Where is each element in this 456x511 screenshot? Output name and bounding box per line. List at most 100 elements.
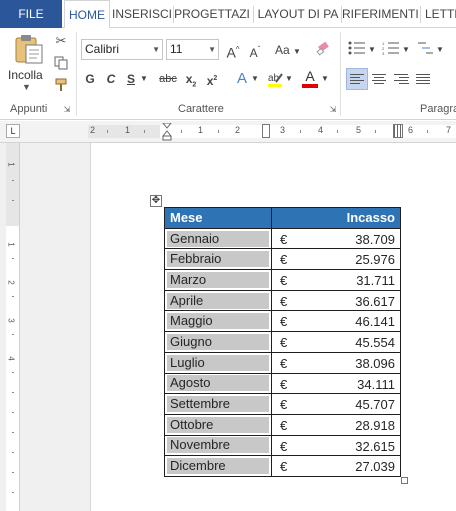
amount-cell[interactable]: €45.707	[271, 393, 401, 415]
ruler-mark: 4	[318, 125, 324, 135]
chevron-down-icon[interactable]: ▼	[436, 40, 444, 60]
tab-progettazione[interactable]: PROGETTAZI	[174, 0, 250, 28]
header-mese[interactable]: Mese	[164, 207, 272, 229]
amount-cell[interactable]: €36.617	[271, 289, 401, 312]
clear-formatting-icon[interactable]	[315, 40, 333, 58]
amount-cell[interactable]: €45.554	[271, 331, 401, 353]
dialog-launcher-icon[interactable]: ⇲	[328, 104, 338, 114]
font-family-select[interactable]: Calibri ▼	[81, 39, 163, 60]
currency-symbol: €	[280, 417, 288, 433]
change-case-button[interactable]: Aa ▼	[273, 40, 303, 60]
table-resize-handle-icon[interactable]	[401, 477, 408, 484]
month-cell[interactable]: Gennaio	[164, 227, 272, 250]
indent-marker-icon[interactable]	[161, 122, 173, 141]
multilevel-list-icon[interactable]	[414, 39, 436, 57]
chevron-down-icon[interactable]: ▼	[368, 40, 376, 60]
month-label: Aprile	[167, 292, 269, 309]
bold-button[interactable]: G	[83, 69, 97, 89]
month-cell[interactable]: Marzo	[164, 269, 272, 291]
tab-riferimenti[interactable]: RIFERIMENTI	[342, 0, 419, 28]
font-color-button[interactable]: A	[302, 66, 318, 88]
month-cell[interactable]: Maggio	[164, 310, 272, 333]
bullets-icon[interactable]	[346, 39, 368, 57]
ruler-mark: 2	[235, 125, 241, 135]
copy-icon[interactable]	[52, 54, 70, 72]
vertical-ruler-text-area	[6, 226, 20, 511]
amount-cell[interactable]: €31.711	[271, 269, 401, 291]
align-center-button[interactable]	[368, 68, 390, 90]
chevron-down-icon[interactable]: ▼	[251, 69, 259, 89]
paste-button-label[interactable]: Incolla	[8, 68, 43, 82]
chevron-down-icon[interactable]: ▼	[321, 69, 329, 89]
numbering-icon[interactable]: 123	[380, 39, 402, 57]
month-cell[interactable]: Agosto	[164, 372, 272, 395]
column-marker-icon[interactable]	[262, 124, 270, 138]
tab-lettere[interactable]: LETTE	[421, 0, 456, 28]
horizontal-ruler[interactable]: L 2 1 1 2 3 4 5 6 7	[0, 121, 456, 143]
subscript-button[interactable]: x2	[184, 69, 198, 89]
shrink-font-button[interactable]: Aˇ	[246, 40, 264, 60]
currency-symbol: €	[280, 314, 288, 330]
ruler-mark: 1	[198, 125, 204, 135]
currency-symbol: €	[280, 252, 288, 268]
amount-cell[interactable]: €32.615	[271, 434, 401, 457]
month-label: Novembre	[167, 437, 269, 454]
amount-cell[interactable]: €38.709	[271, 227, 401, 250]
tab-home[interactable]: HOME	[64, 0, 110, 29]
header-incasso[interactable]: Incasso	[271, 207, 401, 229]
month-cell[interactable]: Novembre	[164, 434, 272, 457]
amount-value: 46.141	[355, 314, 395, 330]
month-cell[interactable]: Dicembre	[164, 455, 272, 477]
group-label-carattere: Carattere	[178, 103, 224, 115]
amount-cell[interactable]: €27.039	[271, 455, 401, 477]
amount-cell[interactable]: €28.918	[271, 413, 401, 436]
align-right-button[interactable]	[390, 68, 412, 90]
highlight-icon[interactable]: ab	[266, 70, 284, 88]
month-label: Marzo	[167, 271, 269, 288]
revenue-table[interactable]: Mese Incasso Gennaio €38.709 Febbraio €25.9…	[164, 207, 401, 477]
amount-cell[interactable]: €25.976	[271, 248, 401, 271]
page-edge	[90, 143, 91, 511]
paste-icon[interactable]	[14, 34, 44, 64]
table-end-marker-icon[interactable]	[393, 124, 403, 138]
chevron-down-icon[interactable]: ▼	[285, 69, 293, 89]
currency-symbol: €	[280, 231, 288, 247]
month-cell[interactable]: Aprile	[164, 289, 272, 312]
month-cell[interactable]: Luglio	[164, 351, 272, 374]
month-cell[interactable]: Ottobre	[164, 413, 272, 436]
justify-button[interactable]	[412, 68, 434, 90]
table-move-handle-icon[interactable]: ✥	[150, 195, 162, 207]
tab-file[interactable]: FILE	[0, 0, 62, 28]
font-size-select[interactable]: 11 ▼	[166, 39, 219, 60]
amount-value: 31.711	[356, 273, 395, 289]
month-cell[interactable]: Febbraio	[164, 248, 272, 271]
ruler-mark: 1	[6, 242, 16, 247]
superscript-button[interactable]: x2	[205, 69, 219, 89]
italic-button[interactable]: C	[104, 69, 118, 89]
table-header-row: Mese Incasso	[164, 207, 401, 229]
grow-font-button[interactable]: A^	[224, 40, 242, 61]
tab-selector-icon[interactable]: L	[6, 124, 20, 138]
amount-value: 32.615	[355, 438, 395, 454]
amount-value: 45.707	[355, 397, 395, 413]
align-left-button[interactable]	[346, 68, 368, 90]
month-cell[interactable]: Settembre	[164, 393, 272, 415]
format-painter-icon[interactable]	[52, 76, 70, 94]
paste-dropdown-icon[interactable]: ▼	[22, 82, 31, 92]
table-row: Febbraio €25.976	[164, 248, 401, 271]
amount-cell[interactable]: €46.141	[271, 310, 401, 333]
ribbon: Incolla ▼ ✂ Appunti ⇲ Calibri ▼ 11 ▼ A^ …	[0, 28, 456, 120]
currency-symbol: €	[280, 335, 288, 351]
chevron-down-icon[interactable]: ▼	[402, 40, 410, 60]
tab-inserisci[interactable]: INSERISCI	[112, 0, 172, 28]
tab-layout[interactable]: LAYOUT DI PA	[256, 0, 340, 28]
amount-cell[interactable]: €38.096	[271, 351, 401, 374]
cut-icon[interactable]: ✂	[52, 32, 70, 50]
month-cell[interactable]: Giugno	[164, 331, 272, 353]
underline-button[interactable]: S	[124, 69, 138, 89]
dialog-launcher-icon[interactable]: ⇲	[62, 104, 72, 114]
strikethrough-button[interactable]: abc	[157, 69, 179, 89]
chevron-down-icon[interactable]: ▼	[139, 69, 149, 89]
amount-cell[interactable]: €34.111	[271, 372, 401, 395]
text-effects-button[interactable]: A	[234, 69, 250, 89]
